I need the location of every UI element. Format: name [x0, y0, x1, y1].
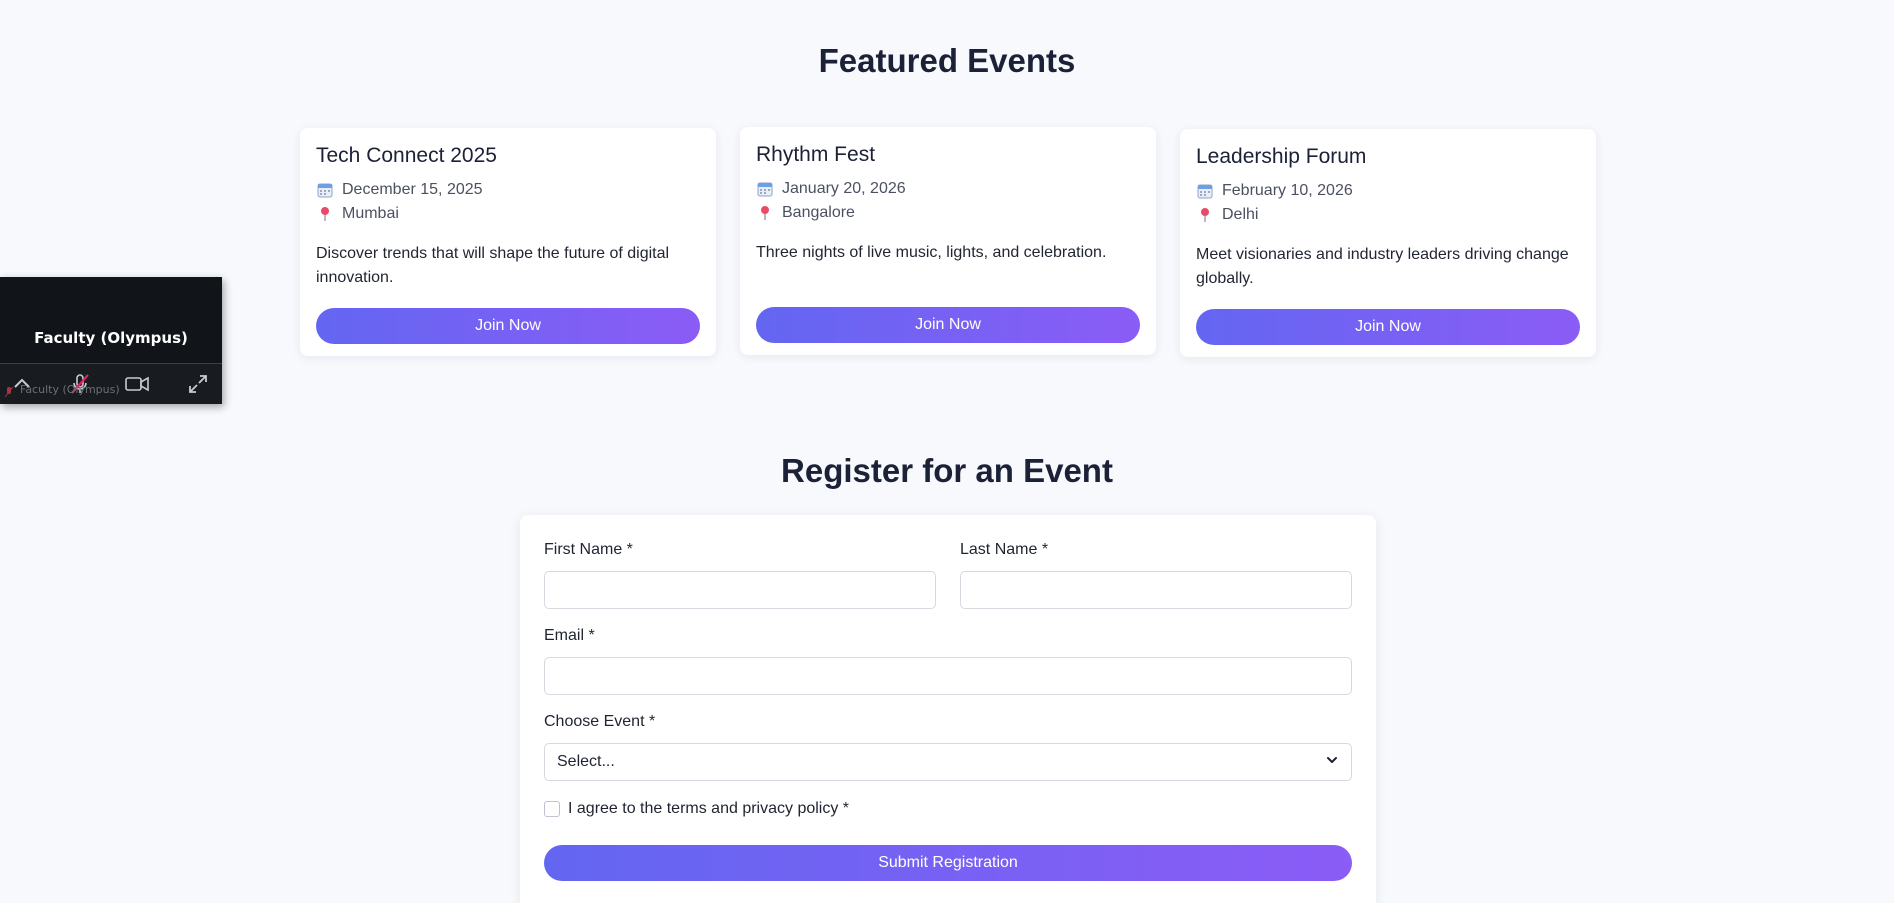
agree-terms-row: I agree to the terms and privacy policy … [544, 800, 849, 818]
event-date: January 20, 2026 [782, 180, 906, 197]
event-card-leadership-forum: Leadership Forum February 10, 2026 Delhi… [1180, 129, 1596, 357]
join-now-button[interactable]: Join Now [316, 308, 700, 344]
choose-event-select[interactable]: Select... [544, 743, 1352, 781]
registration-form: First Name * Last Name * Email * Choose … [520, 515, 1376, 903]
email-input[interactable] [544, 657, 1352, 695]
event-location: Delhi [1222, 206, 1259, 223]
agree-terms-checkbox[interactable] [544, 801, 560, 817]
event-card-rhythm-fest: Rhythm Fest January 20, 2026 Bangalore T… [740, 127, 1156, 355]
agree-terms-label: I agree to the terms and privacy policy … [568, 800, 850, 817]
event-title: Leadership Forum [1196, 145, 1367, 168]
event-description: Meet visionaries and industry leaders dr… [1196, 246, 1569, 287]
event-description: Discover trends that will shape the futu… [316, 245, 670, 286]
register-title: Register for an Event [781, 452, 1113, 489]
last-name-label: Last Name * [960, 541, 1049, 558]
first-name-input[interactable] [544, 571, 936, 609]
calendar-icon [316, 181, 334, 199]
calendar-icon [756, 180, 774, 198]
chevron-down-icon [1325, 753, 1339, 772]
event-card-tech-connect: Tech Connect 2025 December 15, 2025 Mumb… [300, 128, 716, 356]
featured-events-title: Featured Events [818, 42, 1076, 79]
first-name-label: First Name * [544, 541, 633, 558]
choose-event-label: Choose Event * [544, 713, 656, 730]
expand-icon[interactable] [186, 372, 210, 396]
join-now-button[interactable]: Join Now [756, 307, 1140, 343]
pin-icon [756, 204, 774, 222]
video-participant-tile[interactable]: Faculty (Olympus) Faculty (Olympus) [0, 277, 222, 404]
participant-name: Faculty (Olympus) [34, 329, 188, 347]
event-title: Rhythm Fest [756, 143, 876, 166]
event-location: Bangalore [782, 204, 855, 221]
event-date-row: December 15, 2025 [316, 178, 700, 202]
join-now-button[interactable]: Join Now [1196, 309, 1580, 345]
event-date-row: January 20, 2026 [756, 177, 1140, 201]
event-location-row: Bangalore [756, 201, 1140, 225]
participant-overlay-name: Faculty (Olympus) [20, 383, 120, 396]
event-location-row: Delhi [1196, 203, 1580, 227]
event-date: February 10, 2026 [1222, 182, 1353, 199]
event-description: Three nights of live music, lights, and … [756, 244, 1107, 261]
event-date-row: February 10, 2026 [1196, 179, 1580, 203]
calendar-icon [1196, 182, 1214, 200]
choose-event-value: Select... [557, 753, 615, 770]
email-label: Email * [544, 627, 595, 644]
event-date: December 15, 2025 [342, 181, 483, 198]
last-name-input[interactable] [960, 571, 1352, 609]
mic-muted-small-icon [4, 385, 14, 398]
event-location: Mumbai [342, 205, 399, 222]
pin-icon [1196, 206, 1214, 224]
event-location-row: Mumbai [316, 202, 700, 226]
event-title: Tech Connect 2025 [316, 144, 497, 167]
submit-registration-button[interactable]: Submit Registration [544, 845, 1352, 881]
pin-icon [316, 205, 334, 223]
video-camera-icon[interactable] [124, 372, 149, 396]
